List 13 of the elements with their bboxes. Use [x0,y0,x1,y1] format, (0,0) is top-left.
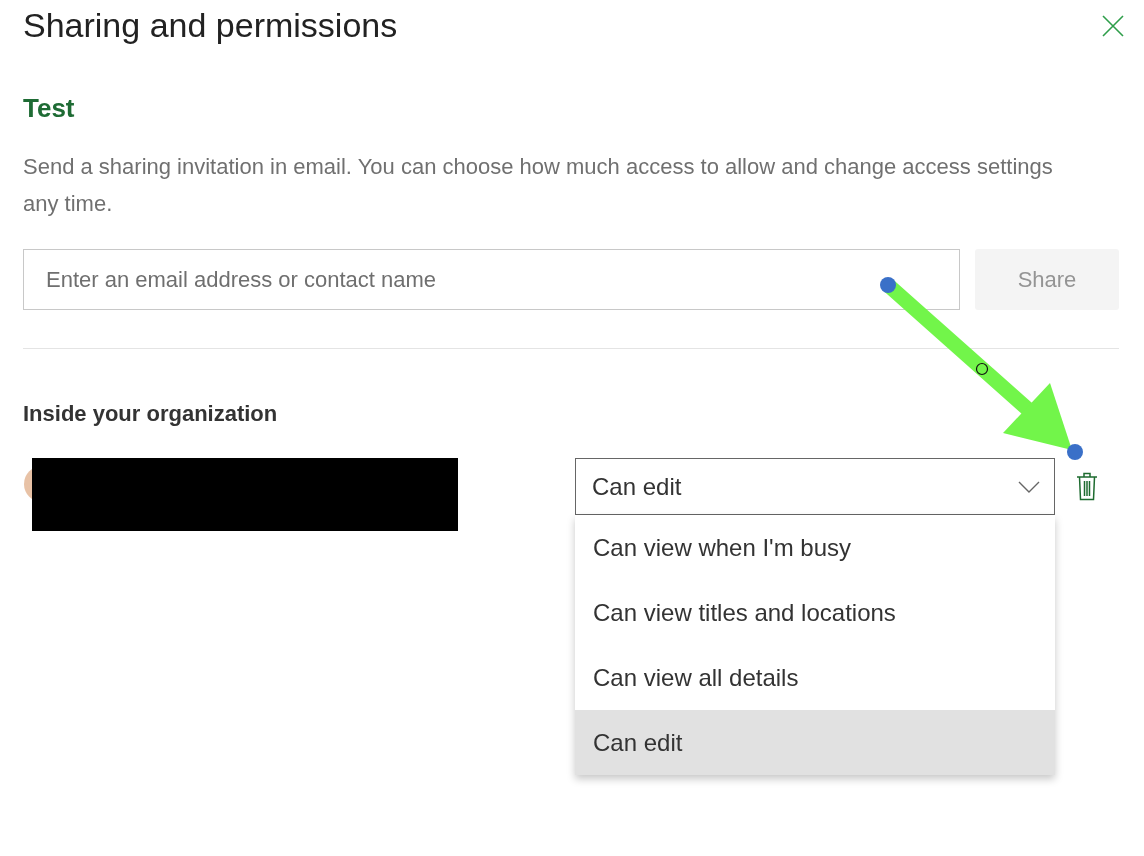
section-heading: Inside your organization [23,401,279,427]
close-icon[interactable] [1101,13,1125,38]
trash-icon[interactable] [1076,472,1098,501]
menu-option[interactable]: Can view all details [575,645,1055,710]
menu-option[interactable]: Can edit [575,710,1055,775]
menu-option[interactable]: Can view when I'm busy [575,515,1055,580]
dialog-title: Sharing and permissions [23,6,398,45]
menu-option[interactable]: Can view titles and locations [575,580,1055,645]
chevron-down-icon [1018,480,1040,493]
email-input-field[interactable]: Enter an email address or contact name [23,249,960,310]
description-text: Send a sharing invitation in email. You can choose how much access to allow and change access settings any time. [23,153,1054,218]
item-title: Test [23,93,76,124]
permission-dropdown[interactable]: Can edit [575,458,1055,515]
